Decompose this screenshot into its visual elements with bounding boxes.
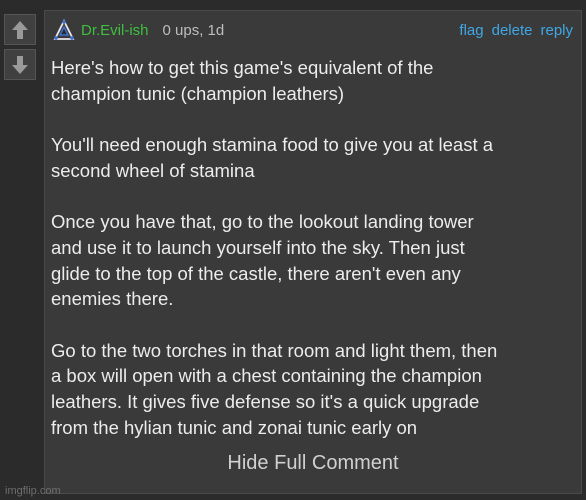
username-link[interactable]: Dr.Evil-ish	[81, 22, 149, 39]
comment-actions: flag delete reply	[459, 22, 573, 39]
delete-link[interactable]: delete	[492, 22, 533, 39]
hide-full-comment-button[interactable]: Hide Full Comment	[45, 452, 581, 475]
comment-panel: Dr.Evil-ish 0 ups, 1d flag delete reply …	[44, 10, 582, 494]
reply-link[interactable]: reply	[540, 22, 573, 39]
arrow-up-icon	[12, 20, 28, 39]
triforce-avatar-icon[interactable]	[53, 19, 75, 41]
flag-link[interactable]: flag	[459, 22, 483, 39]
comment-header: Dr.Evil-ish 0 ups, 1d flag delete reply	[53, 17, 573, 43]
page: Dr.Evil-ish 0 ups, 1d flag delete reply …	[0, 0, 586, 500]
comment-paragraph: Once you have that, go to the lookout la…	[51, 211, 474, 310]
comment-meta: 0 ups, 1d	[162, 21, 225, 39]
downvote-button[interactable]	[4, 49, 36, 80]
arrow-down-icon	[12, 55, 28, 74]
comment-paragraph: Go to the two torches in that room and l…	[51, 339, 498, 438]
imgflip-watermark: imgflip.com	[5, 485, 61, 497]
vote-column	[4, 14, 38, 84]
comment-body: Here's how to get this game's equivalent…	[51, 55, 573, 441]
comment-paragraph: You'll need enough stamina food to give …	[51, 134, 494, 181]
comment-paragraph: Here's how to get this game's equivalent…	[51, 57, 434, 104]
upvote-button[interactable]	[4, 14, 36, 45]
